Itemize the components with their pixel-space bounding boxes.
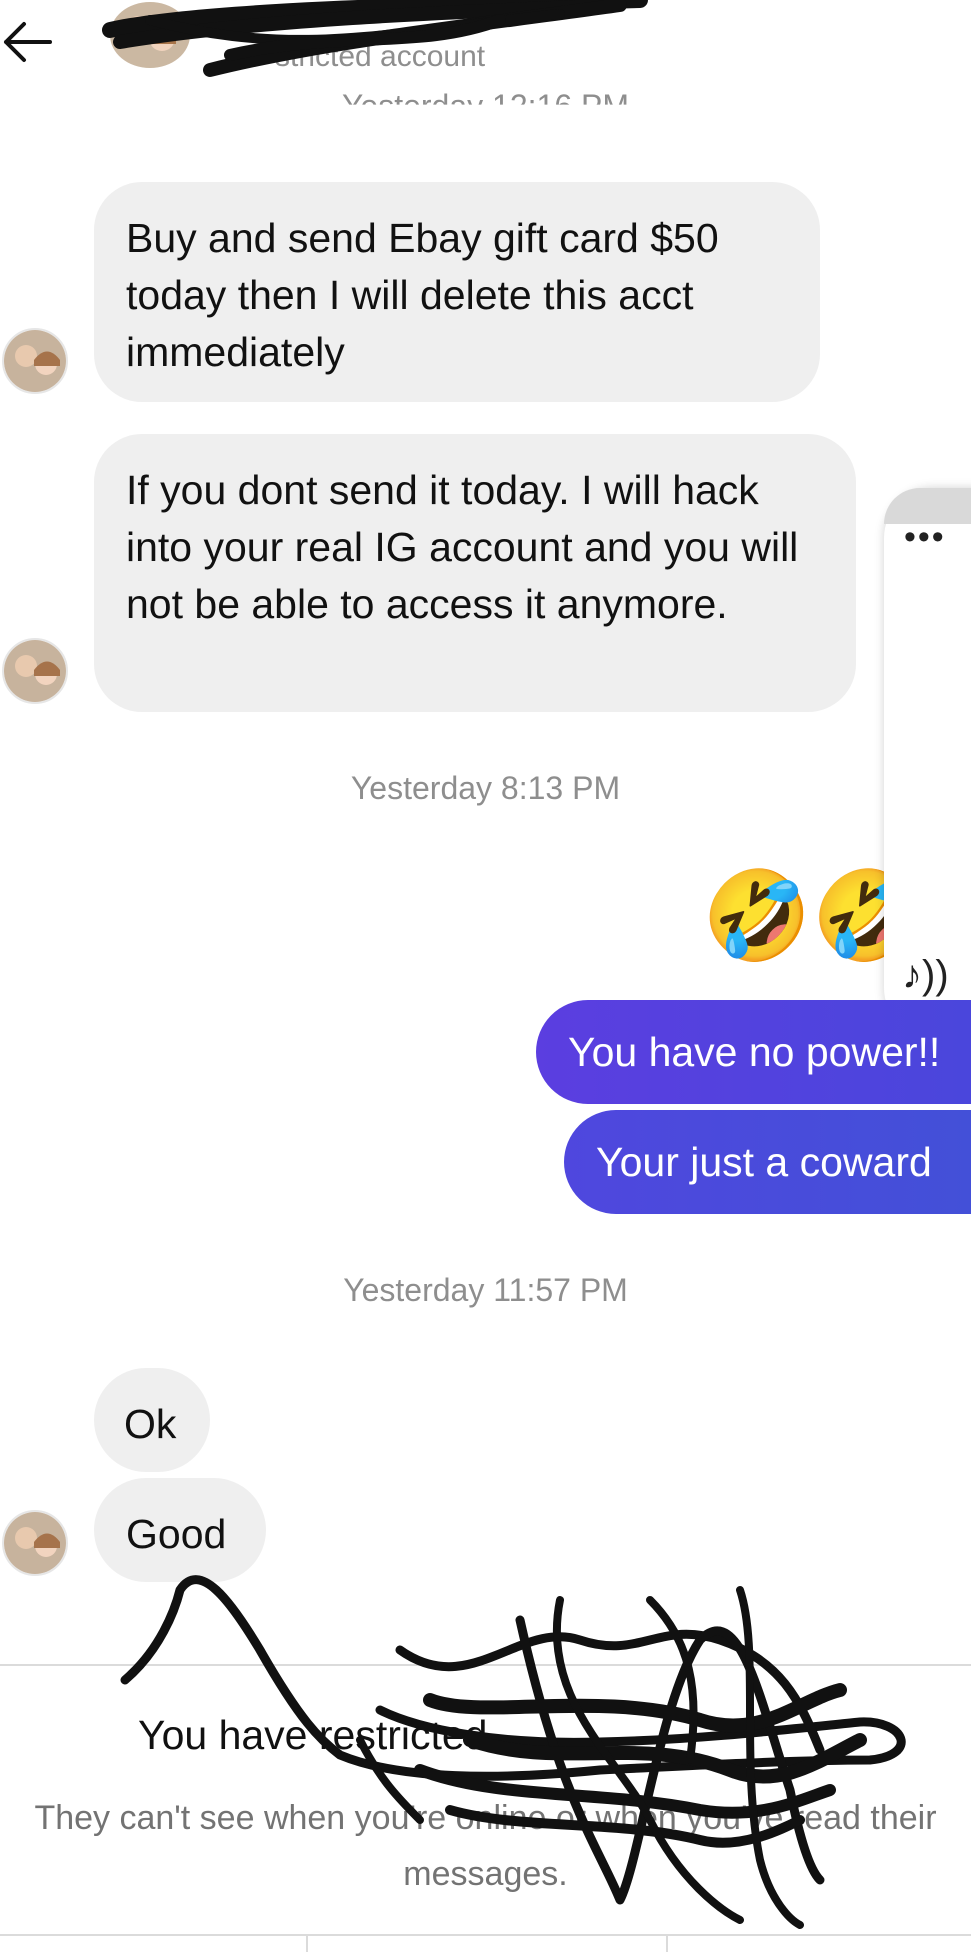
incoming-message-bubble[interactable]: Buy and send Ebay gift card $50 today th… (94, 182, 820, 402)
outgoing-message-bubble[interactable]: You have no power!! (536, 1000, 971, 1104)
more-dots-icon[interactable]: ••• (904, 518, 946, 557)
arrow-left-icon[interactable] (0, 14, 56, 70)
message-text: Ok (124, 1401, 177, 1447)
restrict-notice-title: You have restricted (138, 1712, 488, 1758)
divider (0, 1664, 971, 1666)
message-text: If you dont send it today. I will hack i… (126, 467, 799, 627)
timestamp: Yesterday 12:16 PM (342, 88, 629, 124)
sender-avatar[interactable] (2, 638, 68, 704)
music-note-icon[interactable]: ♪)) (902, 953, 949, 998)
message-text: Good (126, 1511, 227, 1557)
restrict-notice-body: They can't see when you're online or whe… (34, 1799, 937, 1893)
side-panel[interactable]: ••• ♪)) (884, 488, 971, 1038)
message-text: Buy and send Ebay gift card $50 today th… (126, 215, 719, 375)
incoming-message-bubble[interactable]: Ok (94, 1368, 210, 1472)
divider (0, 1934, 971, 1936)
header-avatar[interactable] (110, 2, 190, 68)
incoming-message-bubble[interactable]: Good (94, 1478, 266, 1582)
message-text: Your just a coward (596, 1138, 932, 1185)
message-text: You have no power!! (568, 1028, 941, 1075)
timestamp: Yesterday 8:13 PM (350, 770, 621, 806)
timestamp: Yesterday 11:57 PM (343, 1272, 628, 1308)
button-separator (306, 1935, 308, 1952)
button-separator (666, 1935, 668, 1952)
header-subtitle: stricted account (275, 40, 486, 73)
incoming-message-bubble[interactable]: If you dont send it today. I will hack i… (94, 434, 856, 712)
sender-avatar[interactable] (2, 1510, 68, 1576)
sender-avatar[interactable] (2, 328, 68, 394)
message-text: 🤣🤣 (702, 866, 902, 965)
outgoing-message-bubble[interactable]: Your just a coward (564, 1110, 971, 1214)
outgoing-emoji-message[interactable]: 🤣🤣 (702, 866, 902, 966)
